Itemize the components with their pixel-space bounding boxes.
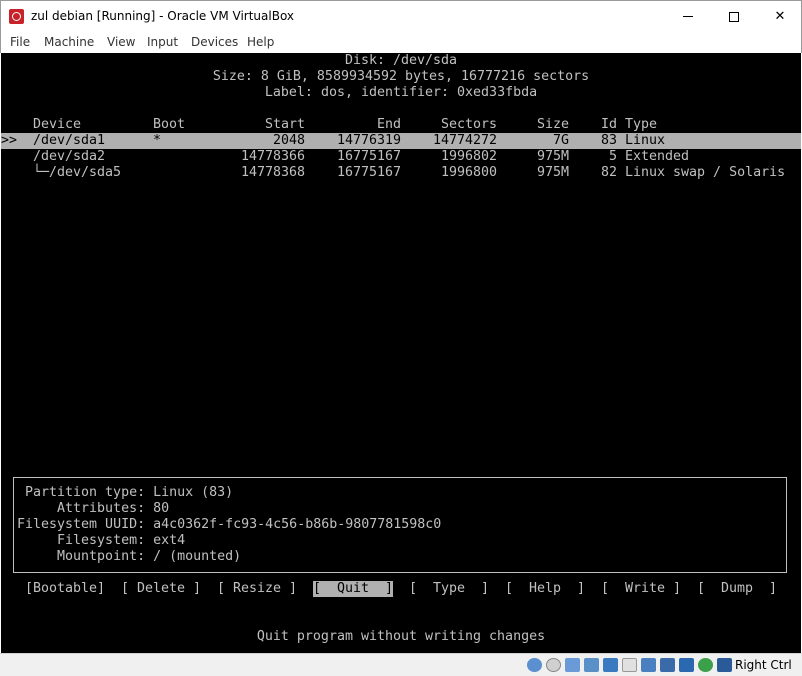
header-type: Type	[625, 117, 658, 132]
row-selector: >>	[1, 133, 18, 148]
window-title: zul debian [Running] - Oracle VM Virtual…	[31, 9, 295, 23]
cell-sectors: 1996802	[440, 149, 497, 164]
maximize-icon	[729, 11, 739, 22]
info-filesystem: Filesystem: ext4	[17, 533, 186, 548]
usb-icon[interactable]	[603, 658, 618, 672]
mouse-integration-icon[interactable]	[698, 658, 713, 672]
cell-id: 83	[600, 133, 617, 148]
cell-id: 82	[600, 165, 617, 180]
display-icon[interactable]	[641, 658, 656, 672]
cell-boot: *	[153, 133, 162, 148]
cell-device: /dev/sda2	[33, 149, 106, 164]
cell-start: 2048	[272, 133, 305, 148]
video-capture-icon[interactable]	[660, 658, 675, 672]
keyboard-icon[interactable]	[717, 658, 732, 672]
info-filesystem-uuid: Filesystem UUID: a4c0362f-fc93-4c56-b86b…	[17, 517, 442, 532]
audio-icon[interactable]	[565, 658, 580, 672]
menu-bar: File Machine View Input Devices Help	[0, 32, 802, 53]
header-boot: Boot	[153, 117, 186, 132]
hard-disk-icon[interactable]	[527, 658, 542, 672]
disk-label-line: Label: dos, identifier: 0xed33fbda	[264, 85, 538, 100]
menu-help[interactable]: Help	[247, 35, 274, 49]
cell-end: 16775167	[336, 149, 401, 164]
disk-size-line: Size: 8 GiB, 8589934592 bytes, 16777216 …	[212, 69, 590, 84]
status-message: Quit program without writing changes	[256, 629, 546, 644]
shared-folders-icon[interactable]	[622, 658, 637, 672]
vbox-statusbar: Right Ctrl	[0, 653, 802, 676]
cell-start: 14778368	[240, 165, 305, 180]
menu-devices[interactable]: Devices	[191, 35, 238, 49]
minimize-button[interactable]	[665, 1, 711, 33]
host-key-label: Right Ctrl	[735, 658, 792, 672]
header-id: Id	[600, 117, 617, 132]
cell-size: 7G	[552, 133, 569, 148]
cell-size: 975M	[536, 149, 569, 164]
cell-device: /dev/sda1	[33, 133, 106, 148]
cell-end: 14776319	[336, 133, 401, 148]
header-size: Size	[536, 117, 569, 132]
delete-button[interactable]: [ Delete ]	[121, 581, 201, 597]
header-device: Device	[33, 117, 82, 132]
cell-type: Linux	[625, 133, 666, 148]
menu-file[interactable]: File	[10, 35, 30, 49]
close-button[interactable]: ✕	[757, 1, 802, 33]
quit-button[interactable]: [ Quit ]	[313, 581, 394, 597]
optical-drive-icon[interactable]	[546, 658, 561, 672]
network-icon[interactable]	[584, 658, 599, 672]
cpu-icon[interactable]	[679, 658, 694, 672]
header-sectors: Sectors	[440, 117, 497, 132]
cell-start: 14778366	[240, 149, 305, 164]
cell-device: └─/dev/sda5	[33, 165, 122, 180]
resize-button[interactable]: [ Resize ]	[217, 581, 297, 597]
bootable-button[interactable]: [Bootable]	[25, 581, 105, 597]
cell-id: 5	[608, 149, 617, 164]
header-end: End	[376, 117, 401, 132]
menu-view[interactable]: View	[107, 35, 135, 49]
cell-sectors: 14774272	[432, 133, 497, 148]
info-mountpoint: Mountpoint: / (mounted)	[17, 549, 242, 564]
close-icon: ✕	[774, 9, 786, 24]
cell-type: Linux swap / Solaris	[625, 165, 786, 180]
vm-display[interactable]: Disk: /dev/sda Size: 8 GiB, 8589934592 b…	[1, 53, 801, 653]
menu-input[interactable]: Input	[147, 35, 178, 49]
write-button[interactable]: [ Write ]	[601, 581, 681, 597]
cell-size: 975M	[536, 165, 569, 180]
window-titlebar[interactable]: zul debian [Running] - Oracle VM Virtual…	[0, 0, 802, 32]
header-start: Start	[264, 117, 305, 132]
table-row[interactable]: >> /dev/sda1 * 2048 14776319 14774272 7G…	[1, 133, 801, 149]
help-button[interactable]: [ Help ]	[505, 581, 585, 597]
virtualbox-app-icon	[9, 9, 24, 24]
cell-sectors: 1996800	[440, 165, 497, 180]
info-attributes: Attributes: 80	[25, 501, 170, 516]
minimize-icon	[683, 16, 693, 17]
maximize-button[interactable]	[711, 1, 757, 33]
type-button[interactable]: [ Type ]	[409, 581, 489, 597]
dump-button[interactable]: [ Dump ]	[697, 581, 777, 597]
cell-type: Extended	[625, 149, 690, 164]
cell-end: 16775167	[336, 165, 401, 180]
menu-machine[interactable]: Machine	[44, 35, 94, 49]
disk-title: Disk: /dev/sda	[344, 53, 458, 68]
info-partition-type: Partition type: Linux (83)	[25, 485, 234, 500]
